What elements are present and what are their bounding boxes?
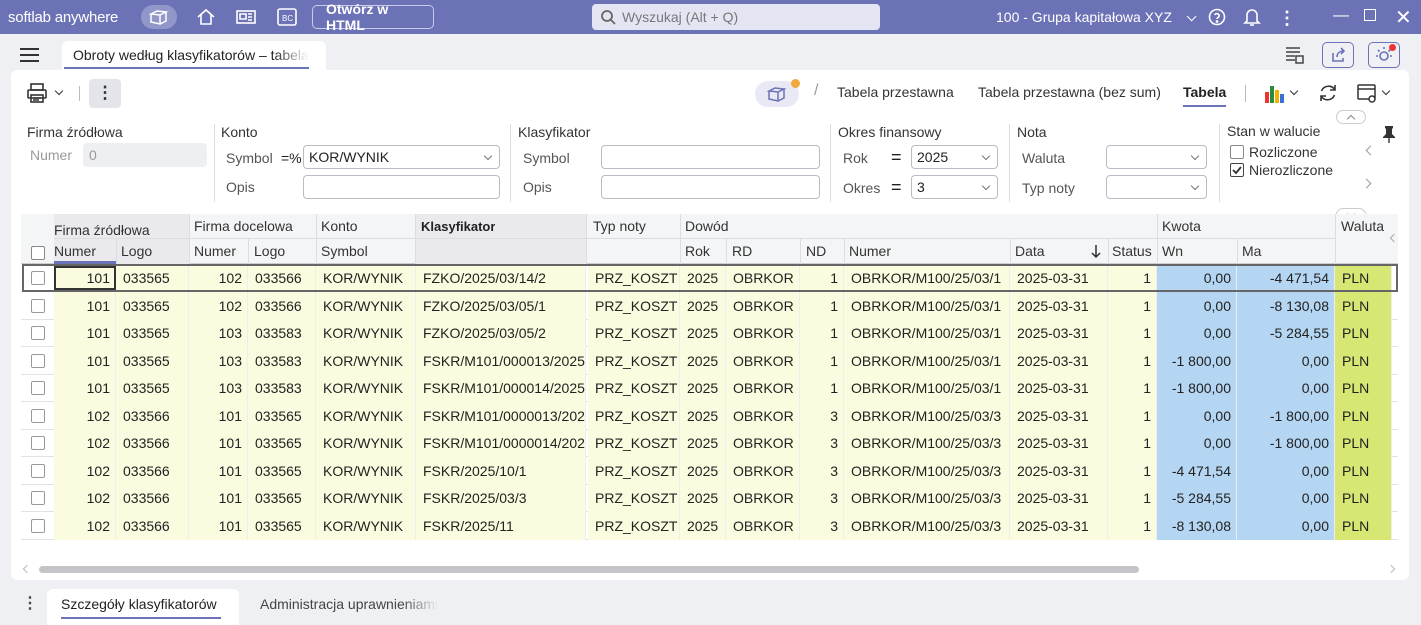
maximize-icon[interactable] bbox=[1364, 8, 1376, 26]
konto-operator[interactable]: =% bbox=[281, 150, 302, 166]
tab-pivot[interactable]: Tabela przestawna bbox=[837, 84, 954, 100]
pin-icon[interactable] bbox=[1382, 125, 1396, 146]
konto-symbol-label: Symbol bbox=[226, 150, 273, 166]
breadcrumb-separator: / bbox=[814, 82, 819, 99]
collapse-up-icon[interactable] bbox=[1336, 110, 1366, 124]
more-vertical-icon[interactable]: ⋮ bbox=[1278, 8, 1296, 29]
nierozliczone-checkbox[interactable] bbox=[1230, 163, 1244, 177]
nierozliczone-label: Nierozliczone bbox=[1249, 162, 1334, 178]
bc-icon[interactable]: BC bbox=[276, 7, 298, 27]
firma-numer-field: 0 bbox=[83, 143, 207, 167]
okres-rok-label: Rok bbox=[843, 150, 868, 166]
theme-button[interactable] bbox=[1368, 42, 1400, 68]
waluta-select[interactable] bbox=[1106, 145, 1207, 169]
tab-szczegoly[interactable]: Szczegóły klasyfikatorów bbox=[47, 589, 239, 625]
more-actions-button[interactable]: ⋮ bbox=[89, 79, 121, 108]
tab-obroty[interactable]: Obroty według klasyfikatorów – tabela bbox=[62, 41, 326, 71]
filter-nota-label: Nota bbox=[1017, 124, 1047, 140]
rok-select[interactable]: 2025 bbox=[911, 145, 998, 169]
close-icon[interactable]: ✕ bbox=[1395, 5, 1412, 30]
filter-divider bbox=[510, 124, 511, 202]
konto-symbol-select[interactable]: KOR/WYNIK bbox=[303, 145, 500, 169]
rozliczone-label: Rozliczone bbox=[1249, 144, 1318, 160]
klas-symbol-label: Symbol bbox=[523, 150, 570, 166]
svg-text:BC: BC bbox=[282, 14, 293, 23]
klas-opis-field[interactable] bbox=[601, 175, 820, 199]
filter-firma-numer-label: Numer bbox=[30, 147, 73, 163]
help-icon[interactable] bbox=[1208, 8, 1226, 26]
filter-klasyfikator-label: Klasyfikator bbox=[518, 124, 591, 140]
cube-view-button[interactable] bbox=[755, 79, 800, 107]
search-input[interactable]: Wyszukaj (Alt + Q) bbox=[592, 4, 880, 30]
konto-opis-label: Opis bbox=[226, 179, 255, 195]
bottom-more-icon[interactable]: ⋮ bbox=[22, 593, 38, 613]
notification-dot bbox=[1389, 44, 1396, 51]
print-button[interactable] bbox=[25, 81, 64, 105]
toolbar-divider bbox=[1245, 85, 1246, 102]
typ-noty-select[interactable] bbox=[1106, 175, 1207, 199]
filter-divider bbox=[1009, 124, 1010, 202]
share-icon bbox=[1332, 47, 1346, 62]
klas-opis-label: Opis bbox=[523, 179, 552, 195]
horizontal-scrollbar[interactable] bbox=[39, 566, 1139, 573]
cube-icon bbox=[767, 87, 787, 102]
search-icon bbox=[601, 10, 616, 25]
filter-okres-label: Okres finansowy bbox=[838, 124, 942, 140]
newspaper-icon[interactable] bbox=[235, 8, 257, 26]
rok-eq-operator[interactable]: = bbox=[891, 147, 902, 168]
layout-settings-button[interactable] bbox=[1356, 82, 1391, 104]
bar-chart-icon bbox=[1265, 86, 1284, 103]
klas-symbol-field[interactable] bbox=[601, 145, 820, 169]
okres-okres-label: Okres bbox=[843, 180, 881, 196]
list-settings-icon[interactable] bbox=[1283, 44, 1305, 69]
home-icon[interactable] bbox=[196, 8, 216, 26]
chevron-down-icon bbox=[1381, 86, 1391, 96]
app-brand: softlab anywhere bbox=[8, 8, 119, 26]
konto-opis-field[interactable] bbox=[303, 175, 500, 199]
title-bar: softlab anywhere BC Otwórz w HTML Wyszuk… bbox=[0, 0, 1421, 34]
chevron-down-icon bbox=[54, 86, 64, 96]
minimize-icon[interactable]: — bbox=[1333, 7, 1349, 25]
toolbar-divider bbox=[79, 86, 80, 101]
collapse-down-icon[interactable] bbox=[1336, 208, 1366, 222]
printer-icon bbox=[27, 83, 47, 103]
tab-administracja[interactable]: Administracja uprawnieniami bbox=[260, 596, 438, 612]
toolbar: ⋮ / Tabela przestawna Tabela przestawna … bbox=[11, 70, 1409, 116]
filter-konto-label: Konto bbox=[221, 124, 258, 140]
layout-settings-icon bbox=[1357, 84, 1376, 103]
okres-eq-operator[interactable]: = bbox=[891, 177, 902, 198]
filter-divider bbox=[1219, 124, 1220, 202]
chevron-down-icon bbox=[1289, 86, 1299, 96]
filter-stan-label: Stan w walucie bbox=[1227, 123, 1321, 139]
checkmark-icon bbox=[1232, 166, 1242, 175]
app-switch-icon[interactable] bbox=[141, 5, 177, 29]
chevron-down-icon bbox=[1186, 11, 1197, 22]
refresh-icon[interactable] bbox=[1317, 82, 1339, 107]
hamburger-menu-icon[interactable] bbox=[20, 48, 39, 62]
tab-table[interactable]: Tabela bbox=[1183, 84, 1227, 107]
share-button[interactable] bbox=[1322, 42, 1354, 68]
chart-button[interactable] bbox=[1263, 82, 1299, 104]
company-selector[interactable]: 100 - Grupa kapitałowa XYZ bbox=[996, 9, 1197, 25]
bell-icon[interactable] bbox=[1243, 7, 1261, 27]
nota-waluta-label: Waluta bbox=[1022, 150, 1066, 166]
nota-typ-label: Typ noty bbox=[1022, 180, 1075, 196]
filter-firma-zrodlowa-label: Firma źródłowa bbox=[27, 124, 123, 140]
filter-divider bbox=[214, 124, 215, 202]
tab-pivot-nosum[interactable]: Tabela przestawna (bez sum) bbox=[978, 84, 1161, 100]
open-html-button[interactable]: Otwórz w HTML bbox=[312, 1, 434, 33]
badge-dot bbox=[791, 79, 800, 88]
okres-select[interactable]: 3 bbox=[911, 175, 998, 199]
filter-divider bbox=[830, 124, 831, 202]
rozliczone-checkbox[interactable] bbox=[1230, 145, 1244, 159]
